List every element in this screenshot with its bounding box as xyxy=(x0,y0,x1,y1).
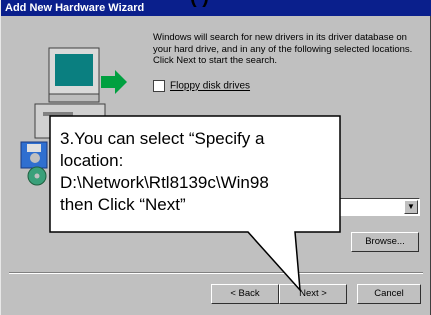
callout-text: 3.You can select “Specify a location: D:… xyxy=(60,129,269,214)
